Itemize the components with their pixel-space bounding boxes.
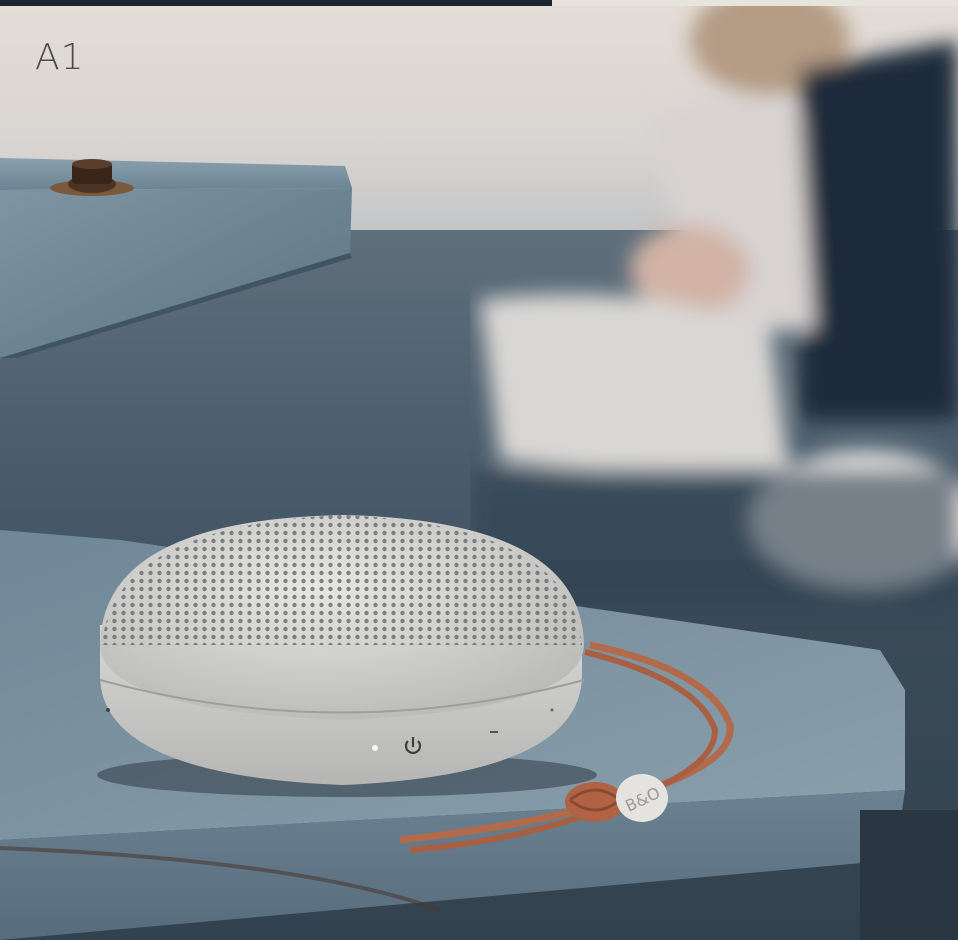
product-hero: B&O A1 <box>0 0 958 940</box>
top-strip-light <box>552 0 958 6</box>
status-light-icon <box>372 745 378 751</box>
product-title: A1 <box>35 37 85 78</box>
leather-strap: B&O <box>399 641 734 853</box>
upper-ledge <box>0 158 352 358</box>
top-color-strip <box>0 0 958 6</box>
top-strip-dark <box>0 0 552 6</box>
